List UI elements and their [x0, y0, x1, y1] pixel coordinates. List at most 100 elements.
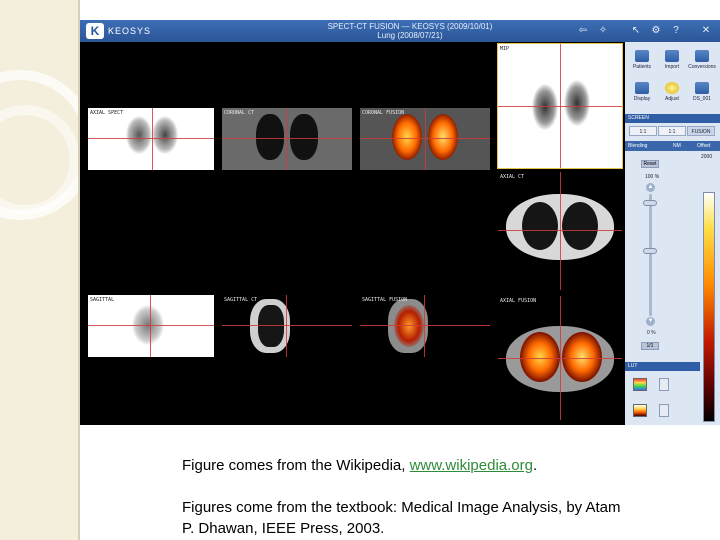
- viewport-axial-ct[interactable]: AXIAL CT: [498, 172, 622, 290]
- import-button[interactable]: Import: [658, 48, 686, 78]
- crosshair-vertical[interactable]: [560, 172, 561, 290]
- caption-source: Figure comes from the Wikipedia, www.wik…: [182, 455, 537, 476]
- viewport-axial-fusion[interactable]: AXIAL FUSION: [498, 296, 622, 420]
- mip-uptake: [532, 84, 558, 130]
- close-icon[interactable]: ✕: [698, 24, 714, 38]
- adjust-button[interactable]: Adjust: [658, 80, 686, 110]
- display-button[interactable]: Display: [628, 80, 656, 110]
- crosshair-horizontal[interactable]: [222, 325, 352, 326]
- dataset-button[interactable]: DS_001: [688, 80, 716, 110]
- viewport-label: SAGITTAL: [90, 297, 115, 303]
- title-bar: K KEOSYS SPECT-CT FUSION — KEOSYS (2009/…: [80, 20, 720, 42]
- viewport-label: SAGITTAL FUSION: [362, 297, 408, 303]
- display-icon: [635, 82, 649, 94]
- arrow-down-icon[interactable]: ▼: [646, 317, 655, 326]
- blending-slider-knob[interactable]: [643, 248, 657, 254]
- layout-option-fusion[interactable]: FUSION: [687, 126, 715, 136]
- fusion-hotspot: [520, 332, 560, 382]
- cursor-icon[interactable]: ↖: [628, 24, 644, 38]
- settings-icon[interactable]: ⚙: [648, 24, 664, 38]
- caption-text: Figure comes from the Wikipedia,: [182, 457, 410, 474]
- lut-swatch-hot[interactable]: [633, 404, 647, 417]
- crosshair-vertical[interactable]: [150, 295, 151, 357]
- keosys-logo-text: KEOSYS: [108, 26, 152, 36]
- crosshair-vertical[interactable]: [286, 295, 287, 357]
- spect-uptake: [152, 116, 178, 154]
- viewport-label: SAGITTAL CT: [224, 297, 258, 303]
- conversions-button[interactable]: Conversions: [688, 48, 716, 78]
- blending-left: NM: [673, 143, 681, 149]
- section-screen: SCREEN: [625, 114, 720, 123]
- display-label: Display: [633, 96, 651, 102]
- viewport-label: CORONAL CT: [224, 110, 255, 116]
- control-panel: Patients Import Conversions Display Adju…: [625, 42, 720, 425]
- medical-viewer-screenshot: K KEOSYS SPECT-CT FUSION — KEOSYS (2009/…: [80, 20, 720, 425]
- dataset-icon: [695, 82, 709, 94]
- back-arrow-icon[interactable]: ⇦: [575, 24, 591, 38]
- viewport-label: AXIAL SPECT: [90, 110, 124, 116]
- mip-uptake: [564, 80, 590, 126]
- viewport-label: AXIAL CT: [500, 174, 525, 180]
- layout-option-2[interactable]: 1:1: [658, 126, 686, 136]
- spect-uptake: [126, 116, 152, 154]
- caption-punct: .: [532, 457, 538, 474]
- adjust-icon: [665, 82, 679, 94]
- crosshair-vertical[interactable]: [560, 44, 561, 168]
- caption-line: P. Dhawan, IEEE Press, 2003.: [182, 520, 385, 537]
- crosshair-vertical[interactable]: [287, 108, 288, 170]
- tools-icon[interactable]: ✧: [595, 24, 611, 38]
- viewport-label: MIP: [500, 46, 510, 52]
- crosshair-horizontal[interactable]: [88, 325, 214, 326]
- crosshair-vertical[interactable]: [425, 108, 426, 170]
- lut-select[interactable]: [659, 378, 669, 391]
- wikipedia-link[interactable]: www.wikipedia.org: [410, 457, 533, 474]
- viewport-mip[interactable]: MIP: [497, 43, 623, 169]
- top-value: 2000: [701, 154, 713, 160]
- fusion-hotspot: [562, 332, 602, 382]
- adjust-label: Adjust: [665, 96, 679, 102]
- arrow-up-icon[interactable]: ▲: [646, 183, 655, 192]
- crosshair-horizontal[interactable]: [360, 325, 490, 326]
- caption-line: Figures come from the textbook: Medical …: [182, 499, 621, 516]
- blending-slider-track[interactable]: [649, 194, 652, 316]
- conversions-icon: [695, 50, 709, 62]
- percent-bottom: 0 %: [647, 330, 656, 336]
- ct-lung: [258, 305, 284, 347]
- window-title-main: SPECT-CT FUSION — KEOSYS (2009/10/01): [327, 22, 493, 31]
- apply-button[interactable]: 1/1: [641, 342, 659, 350]
- lut-select[interactable]: [659, 404, 669, 417]
- ct-lung-right: [290, 114, 318, 160]
- viewport-axial-spect[interactable]: AXIAL SPECT: [88, 108, 214, 170]
- patients-label: Patients: [632, 64, 652, 70]
- keosys-logo: K: [86, 23, 104, 39]
- viewport-coronal-fusion[interactable]: CORONAL FUSION: [360, 108, 490, 170]
- caption-textbook: Figures come from the textbook: Medical …: [182, 497, 621, 539]
- section-lut: LUT: [625, 362, 700, 371]
- slide-decoration: [0, 0, 80, 540]
- import-icon: [665, 50, 679, 62]
- reset-button[interactable]: Reset: [641, 160, 659, 168]
- viewport-sagittal-ct[interactable]: SAGITTAL CT: [222, 295, 352, 357]
- viewport-sagittal[interactable]: SAGITTAL: [88, 295, 214, 357]
- lut-swatch-rainbow[interactable]: [633, 378, 647, 391]
- ct-lung-left: [256, 114, 284, 160]
- percent-top: 100 %: [645, 174, 660, 180]
- blending-label: Blending: [628, 143, 648, 149]
- ct-lung-left: [522, 202, 558, 250]
- viewport-coronal-ct[interactable]: CORONAL CT: [222, 108, 352, 170]
- viewport-label: CORONAL FUSION: [362, 110, 405, 116]
- fusion-hotspot: [392, 114, 422, 160]
- viewport-label: AXIAL FUSION: [500, 298, 537, 304]
- crosshair-horizontal[interactable]: [88, 138, 214, 139]
- conversions-label: Conversions: [688, 64, 716, 70]
- help-icon[interactable]: ?: [668, 24, 684, 38]
- patients-button[interactable]: Patients: [628, 48, 656, 78]
- crosshair-vertical[interactable]: [424, 295, 425, 357]
- blending-right: Offset: [697, 143, 711, 149]
- fusion-hotspot: [428, 114, 458, 160]
- blending-slider-knob[interactable]: [643, 200, 657, 206]
- layout-option-1[interactable]: 1:1: [629, 126, 657, 136]
- viewport-sagittal-fusion[interactable]: SAGITTAL FUSION: [360, 295, 490, 357]
- crosshair-vertical[interactable]: [152, 108, 153, 170]
- crosshair-vertical[interactable]: [560, 296, 561, 420]
